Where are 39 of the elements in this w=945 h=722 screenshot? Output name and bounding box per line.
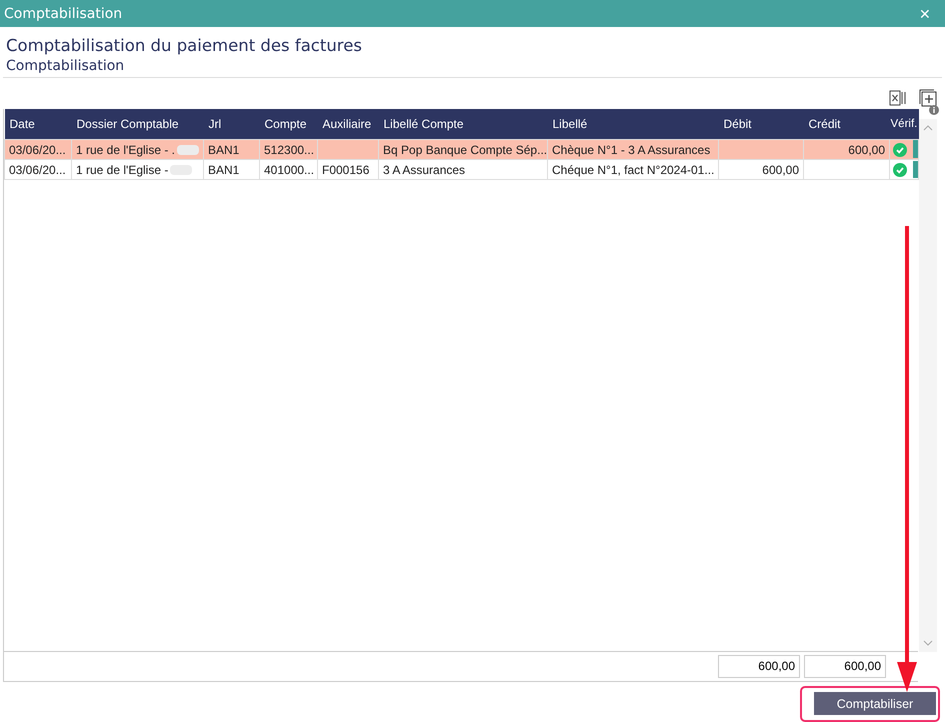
column-header[interactable]: Compte (260, 109, 318, 140)
column-header[interactable]: Dossier Comptable (72, 109, 204, 140)
redacted-text (177, 145, 200, 156)
table-cell: Chèque N°1 - 3 A Assurances (552, 142, 710, 156)
row-marker (913, 140, 918, 158)
table-cell: 03/06/20... (9, 142, 66, 156)
column-header[interactable]: Date (4, 109, 72, 140)
table-cell: 600,00 (762, 162, 799, 176)
add-icon[interactable] (919, 89, 937, 107)
page-heading: Comptabilisation du paiement des factures (6, 36, 363, 56)
table-cell: Bq Pop Banque Compte Sép... (383, 142, 546, 156)
table-cell: 1 rue de l'Eglise - (76, 162, 168, 176)
table-cell: 401000... (264, 162, 314, 176)
column-header[interactable]: Libellé Compte (378, 109, 548, 140)
table-cell: BAN1 (208, 162, 240, 176)
table-cell: F000156 (322, 162, 370, 176)
post-button[interactable]: Comptabiliser (814, 692, 936, 715)
column-header[interactable]: Crédit (804, 109, 890, 140)
column-header[interactable]: Débit (718, 109, 804, 140)
table-row[interactable]: 03/06/20... 1 rue de l'Eglise - . BAN1 512300... Bq Pop Banque Compte Sép... Chèque N°1 - 3 A Assurances 600,00 (4, 140, 918, 160)
excel-export-icon[interactable] (889, 90, 907, 106)
column-header[interactable]: Jrl (204, 109, 260, 140)
table-row[interactable]: 03/06/20... 1 rue de l'Eglise - BAN1 401000... F000156 3 A Assurances Chéque N°1, fact N°2024-01... 600,00 (4, 160, 918, 180)
info-icon[interactable] (929, 105, 939, 115)
column-header[interactable]: Auxiliaire (318, 109, 378, 140)
table-cell: 512300... (264, 142, 314, 156)
column-header[interactable]: Libellé (548, 109, 718, 140)
table-cell: 03/06/20... (9, 162, 66, 176)
window-title: Comptabilisation (4, 6, 122, 22)
row-marker (913, 161, 918, 178)
total-field: 600,00 (718, 655, 800, 678)
table-cell: 600,00 (848, 142, 885, 156)
total-field: 600,00 (804, 655, 886, 678)
table-cell: BAN1 (208, 142, 240, 156)
table-cell: 3 A Assurances (383, 162, 466, 176)
table-cell: 1 rue de l'Eglise - . (76, 142, 176, 156)
column-header[interactable]: Vérif. (890, 109, 918, 140)
section-subheading: Comptabilisation (6, 57, 126, 76)
table-cell: Chéque N°1, fact N°2024-01... (552, 162, 714, 176)
